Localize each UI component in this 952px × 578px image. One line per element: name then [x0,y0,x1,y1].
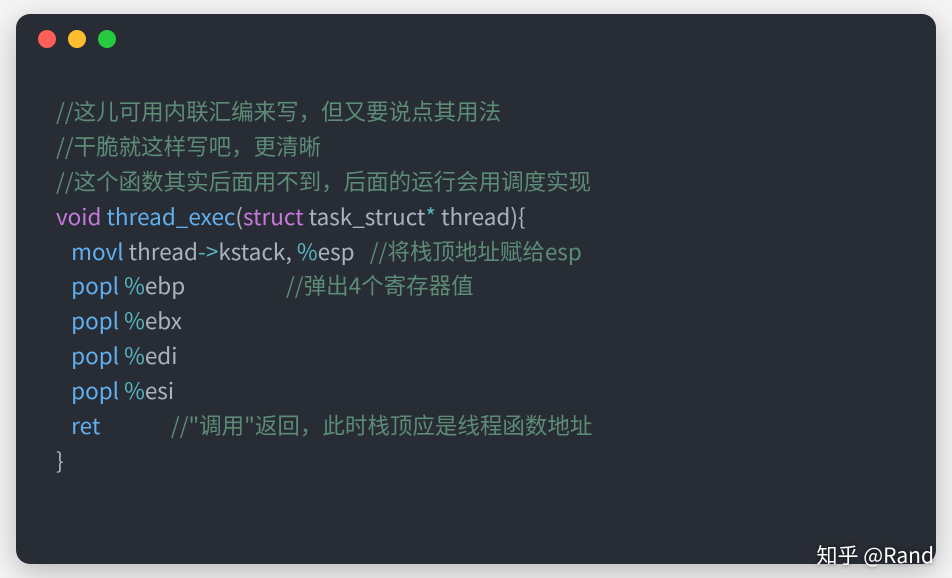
brace-close: } [56,444,64,476]
indent [56,235,71,267]
close-icon[interactable] [38,30,56,48]
paren: ( [235,200,243,232]
instr-ret: ret [71,409,100,441]
comment-inline: //"调用"返回，此时栈顶应是线程函数地址 [171,409,592,441]
star-op: * [425,200,436,232]
type-name: task_struct [304,200,426,232]
gap [355,235,370,267]
instr-popl: popl [71,374,119,406]
instr-popl: popl [71,339,119,371]
keyword-struct: struct [243,200,304,232]
percent: % [124,269,145,301]
expr: kstack [218,235,285,267]
reg-esi: esi [145,374,174,406]
indent [56,374,71,406]
instr-popl: popl [71,304,119,336]
reg-edi: edi [145,339,178,371]
comment-inline: //弹出4个寄存器值 [286,269,474,301]
code-window: //这儿可用内联汇编来写，但又要说点其用法 //干脆就这样写吧，更清晰 //这个… [16,14,936,564]
function-name: thread_exec [106,200,235,232]
comment-inline: //将栈顶地址赋给esp [370,235,582,267]
indent [56,339,71,371]
reg-ebp: ebp [145,269,185,301]
minimize-icon[interactable] [68,30,86,48]
comment-line: //这儿可用内联汇编来写，但又要说点其用法 [56,95,501,127]
percent: % [124,374,145,406]
instr-popl: popl [71,269,119,301]
watermark: 知乎 @Rand [817,540,934,570]
window-titlebar [16,14,936,64]
comment-line: //这个函数其实后面用不到，后面的运行会用调度实现 [56,165,591,197]
instr-movl: movl [71,235,124,267]
percent: % [124,339,145,371]
comment-line: //干脆就这样写吧，更清晰 [56,130,321,162]
indent [56,304,71,336]
gap [185,269,286,301]
reg-ebx: ebx [145,304,182,336]
code-block: //这儿可用内联汇编来写，但又要说点其用法 //干脆就这样写吧，更清晰 //这个… [16,64,936,498]
zoom-icon[interactable] [98,30,116,48]
paren-brace: ){ [510,200,525,232]
reg-esp: esp [318,235,355,267]
expr: thread [124,235,198,267]
percent: % [124,304,145,336]
comma: , [286,235,297,267]
indent [56,409,71,441]
percent: % [297,235,318,267]
param-name: thread [436,200,510,232]
indent [56,269,71,301]
gap [100,409,171,441]
keyword-void: void [56,200,101,232]
arrow-op: -> [198,235,218,267]
